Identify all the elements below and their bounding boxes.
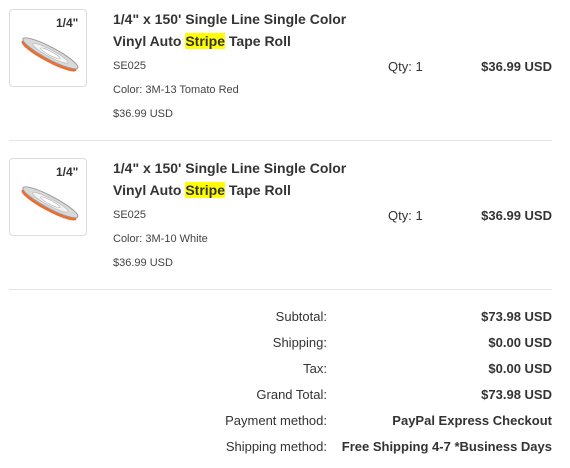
- shipping-label: Shipping:: [272, 335, 327, 350]
- divider: [9, 289, 552, 290]
- subtotal-label: Subtotal:: [275, 309, 327, 324]
- payment-method-value: PayPal Express Checkout: [392, 413, 552, 428]
- payment-method-row: Payment method: PayPal Express Checkout: [0, 413, 570, 439]
- product-quantity: Qty: 1: [388, 208, 423, 223]
- product-sku: SE025: [113, 209, 147, 221]
- product-title[interactable]: 1/4" x 150' Single Line Single Color Vin…: [113, 8, 373, 52]
- shipping-method-label: Shipping method:: [225, 439, 327, 454]
- product-color: Color: 3M-13 Tomato Red: [113, 84, 239, 96]
- shipping-row: Shipping: $0.00 USD: [0, 335, 570, 361]
- search-highlight: Stripe: [185, 182, 226, 198]
- search-highlight: Stripe: [185, 33, 226, 49]
- shipping-value: $0.00 USD: [488, 335, 552, 350]
- grand-total-row: Grand Total: $73.98 USD: [0, 387, 570, 413]
- product-unit-price: $36.99 USD: [113, 257, 173, 269]
- payment-method-label: Payment method:: [225, 413, 327, 428]
- product-unit-price: $36.99 USD: [113, 108, 173, 120]
- grand-total-label: Grand Total:: [256, 387, 327, 402]
- product-title[interactable]: 1/4" x 150' Single Line Single Color Vin…: [113, 157, 373, 201]
- grand-total-value: $73.98 USD: [481, 387, 552, 402]
- tax-row: Tax: $0.00 USD: [0, 361, 570, 387]
- product-quantity: Qty: 1: [388, 59, 423, 74]
- subtotal-row: Subtotal: $73.98 USD: [0, 309, 570, 335]
- product-thumbnail[interactable]: 1/4": [9, 9, 87, 87]
- product-thumbnail[interactable]: 1/4": [9, 158, 87, 236]
- divider: [9, 140, 552, 141]
- tape-roll-icon: [21, 37, 79, 72]
- tape-roll-icon: [21, 186, 79, 221]
- shipping-method-value: Free Shipping 4-7 *Business Days: [341, 439, 552, 454]
- product-sku: SE025: [113, 60, 147, 72]
- tax-value: $0.00 USD: [488, 361, 552, 376]
- subtotal-value: $73.98 USD: [481, 309, 552, 324]
- product-line-price: $36.99 USD: [481, 208, 552, 223]
- product-line-price: $36.99 USD: [481, 59, 552, 74]
- product-color: Color: 3M-10 White: [113, 233, 208, 245]
- tax-label: Tax:: [303, 361, 327, 376]
- shipping-method-row: Shipping method: Free Shipping 4-7 *Busi…: [0, 439, 570, 465]
